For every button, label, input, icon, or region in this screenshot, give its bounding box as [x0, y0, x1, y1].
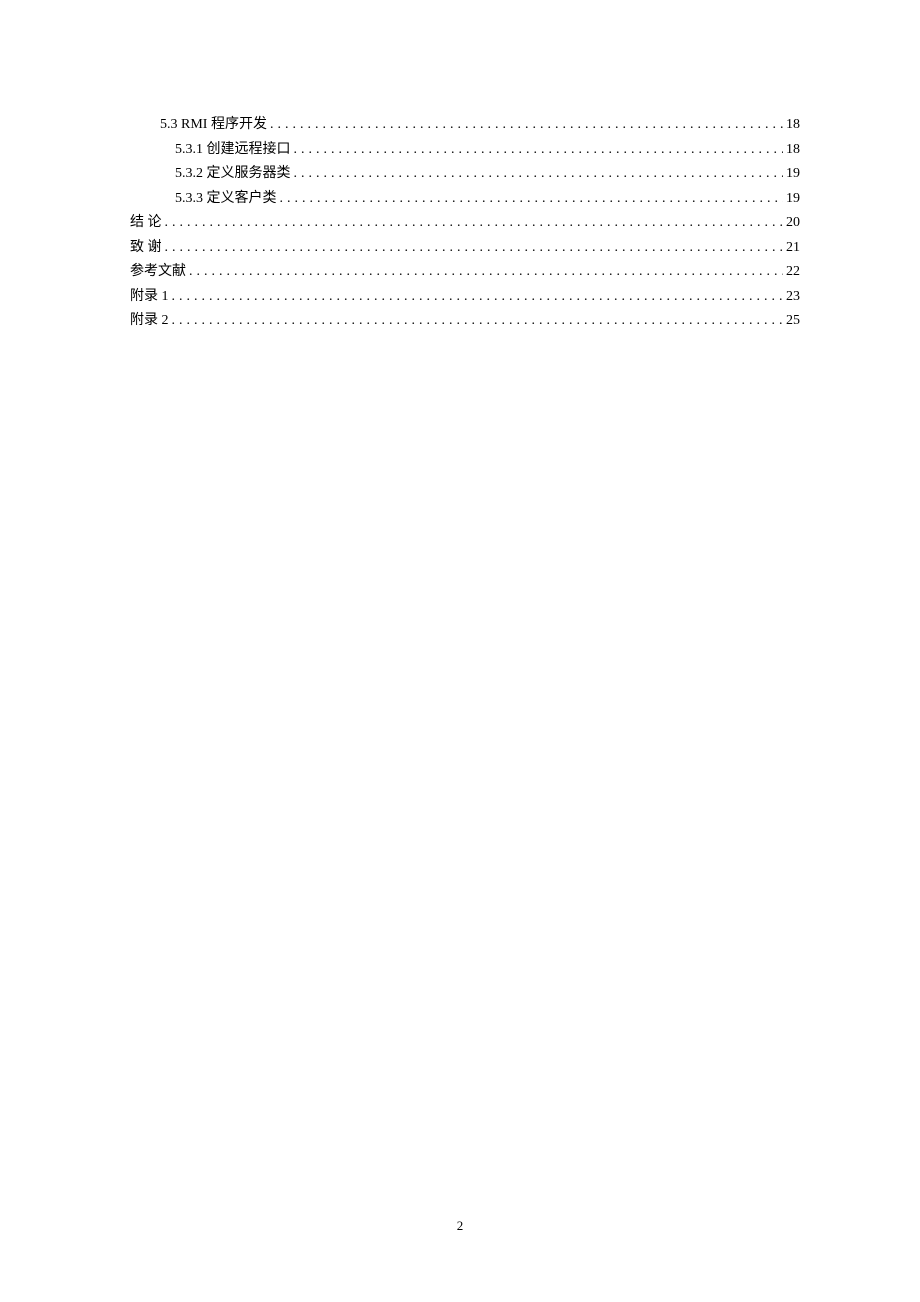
toc-leader-dots [169, 285, 787, 310]
toc-leader-dots [277, 187, 787, 212]
toc-page-number: 18 [786, 138, 800, 163]
toc-page-number: 20 [786, 211, 800, 236]
toc-label: 致 谢 [130, 236, 162, 261]
toc-entry: 5.3.1 创建远程接口 18 [130, 138, 800, 163]
toc-page-number: 21 [786, 236, 800, 261]
toc-page-number: 19 [786, 162, 800, 187]
toc-entry: 5.3 RMI 程序开发 18 [130, 113, 800, 138]
toc-page-number: 22 [786, 260, 800, 285]
toc-entry: 5.3.3 定义客户类 19 [130, 187, 800, 212]
toc-page-number: 25 [786, 309, 800, 334]
toc-leader-dots [162, 211, 787, 236]
toc-entry: 附录 2 25 [130, 309, 800, 334]
toc-leader-dots [162, 236, 787, 261]
toc-label: 5.3.3 定义客户类 [175, 187, 277, 212]
page-footer-number: 2 [0, 1218, 920, 1234]
toc-page-number: 23 [786, 285, 800, 310]
toc-leader-dots [291, 138, 787, 163]
toc-entry: 附录 1 23 [130, 285, 800, 310]
toc-leader-dots [169, 309, 787, 334]
toc-leader-dots [186, 260, 786, 285]
toc-entry: 结 论 20 [130, 211, 800, 236]
toc-label: 5.3.2 定义服务器类 [175, 162, 291, 187]
toc-label: 附录 1 [130, 285, 169, 310]
toc-label: 参考文献 [130, 260, 186, 285]
toc-leader-dots [291, 162, 787, 187]
toc-label: 5.3.1 创建远程接口 [175, 138, 291, 163]
toc-label: 结 论 [130, 211, 162, 236]
toc-leader-dots [267, 113, 786, 138]
toc-entry: 参考文献 22 [130, 260, 800, 285]
toc-container: 5.3 RMI 程序开发 18 5.3.1 创建远程接口 18 5.3.2 定义… [0, 0, 920, 334]
toc-page-number: 18 [786, 113, 800, 138]
toc-entry: 致 谢 21 [130, 236, 800, 261]
toc-label: 附录 2 [130, 309, 169, 334]
toc-page-number: 19 [786, 187, 800, 212]
toc-entry: 5.3.2 定义服务器类 19 [130, 162, 800, 187]
toc-label: 5.3 RMI 程序开发 [160, 113, 267, 138]
